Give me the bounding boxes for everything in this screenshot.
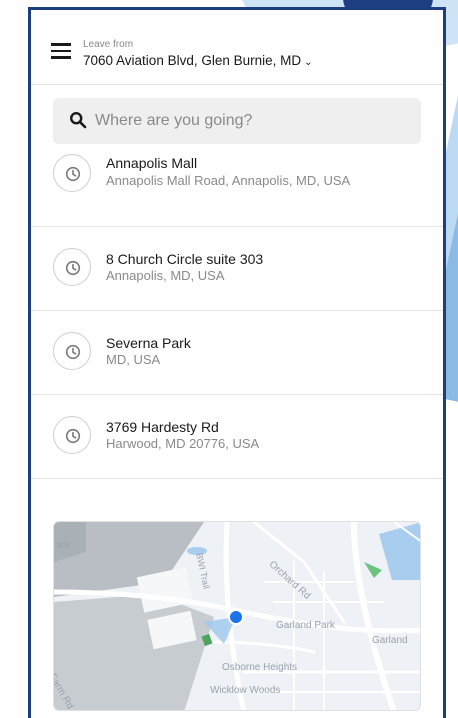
destination-title: Annapolis Mall	[106, 155, 198, 171]
list-item[interactable]: Severna Park MD, USA	[31, 311, 443, 395]
destination-subtitle: Annapolis Mall Road, Annapolis, MD, USA	[106, 173, 351, 188]
trip-origin-header: Leave from 7060 Aviation Blvd, Glen Burn…	[31, 10, 443, 85]
leave-from-label: Leave from	[83, 39, 134, 50]
destination-subtitle: Harwood, MD 20776, USA	[106, 436, 260, 451]
map-label-ark: ark	[56, 540, 70, 551]
destination-subtitle: MD, USA	[106, 352, 161, 367]
map-label-osborne-heights: Osborne Heights	[222, 662, 298, 673]
current-location-marker	[230, 611, 242, 623]
map-label-garland-park: Garland Park	[276, 620, 335, 631]
origin-address: 7060 Aviation Blvd, Glen Burnie, MD	[83, 53, 302, 68]
list-item[interactable]: Annapolis Mall Annapolis Mall Road, Anna…	[31, 144, 443, 227]
origin-selector[interactable]: 7060 Aviation Blvd, Glen Burnie, MD ⌄	[83, 53, 313, 68]
hamburger-icon[interactable]	[51, 43, 71, 59]
list-item[interactable]: 8 Church Circle suite 303 Annapolis, MD,…	[31, 227, 443, 311]
list-item[interactable]: 3769 Hardesty Rd Harwood, MD 20776, USA	[31, 395, 443, 479]
recent-destinations-list: Annapolis Mall Annapolis Mall Road, Anna…	[31, 144, 443, 479]
app-frame: Leave from 7060 Aviation Blvd, Glen Burn…	[28, 7, 446, 718]
clock-icon	[53, 332, 91, 370]
destination-search[interactable]	[53, 98, 421, 144]
destination-subtitle: Annapolis, MD, USA	[106, 268, 225, 283]
destination-title: Severna Park	[106, 335, 191, 351]
clock-icon	[53, 154, 91, 192]
clock-icon	[53, 416, 91, 454]
destination-title: 8 Church Circle suite 303	[106, 251, 264, 267]
chevron-down-icon: ⌄	[304, 57, 313, 68]
map-label-wicklow-woods: Wicklow Woods	[210, 685, 281, 696]
map-canvas	[54, 522, 420, 710]
destination-title: 3769 Hardesty Rd	[106, 419, 219, 435]
search-input[interactable]	[95, 98, 405, 144]
map-preview[interactable]: ark BWI Trail Orchard Rd Garland Park Ga…	[53, 521, 421, 711]
map-label-garland: Garland	[372, 635, 408, 646]
search-icon	[69, 111, 87, 129]
clock-icon	[53, 248, 91, 286]
